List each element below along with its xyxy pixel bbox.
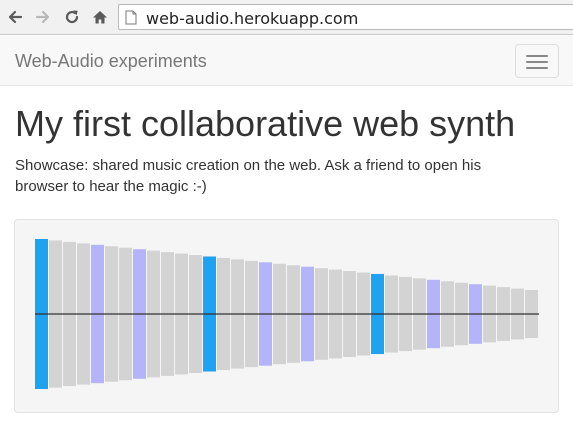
address-bar[interactable]: web-audio.herokuapp.com	[118, 4, 573, 30]
browser-toolbar: web-audio.herokuapp.com	[0, 0, 573, 35]
page-title: My first collaborative web synth	[15, 103, 516, 144]
forward-arrow-icon	[35, 10, 50, 24]
back-arrow-icon	[8, 10, 23, 24]
home-icon	[93, 11, 107, 24]
hamburger-menu-icon	[526, 67, 548, 69]
forward-button[interactable]	[32, 6, 54, 28]
navbar-toggle-button[interactable]	[515, 44, 559, 78]
navbar: Web-Audio experiments	[0, 36, 573, 86]
reload-button[interactable]	[61, 6, 83, 28]
back-button[interactable]	[4, 6, 26, 28]
page-description: Showcase: shared music creation on the w…	[15, 157, 482, 195]
home-button[interactable]	[89, 6, 111, 28]
synth-keyboard[interactable]	[15, 220, 558, 412]
navbar-brand[interactable]: Web-Audio experiments	[15, 51, 207, 72]
page-icon	[125, 10, 137, 25]
synth-panel	[14, 219, 559, 413]
url-text[interactable]: web-audio.herokuapp.com	[146, 9, 358, 28]
reload-icon	[65, 10, 79, 24]
hamburger-menu-icon	[526, 61, 548, 63]
hamburger-menu-icon	[526, 55, 548, 57]
